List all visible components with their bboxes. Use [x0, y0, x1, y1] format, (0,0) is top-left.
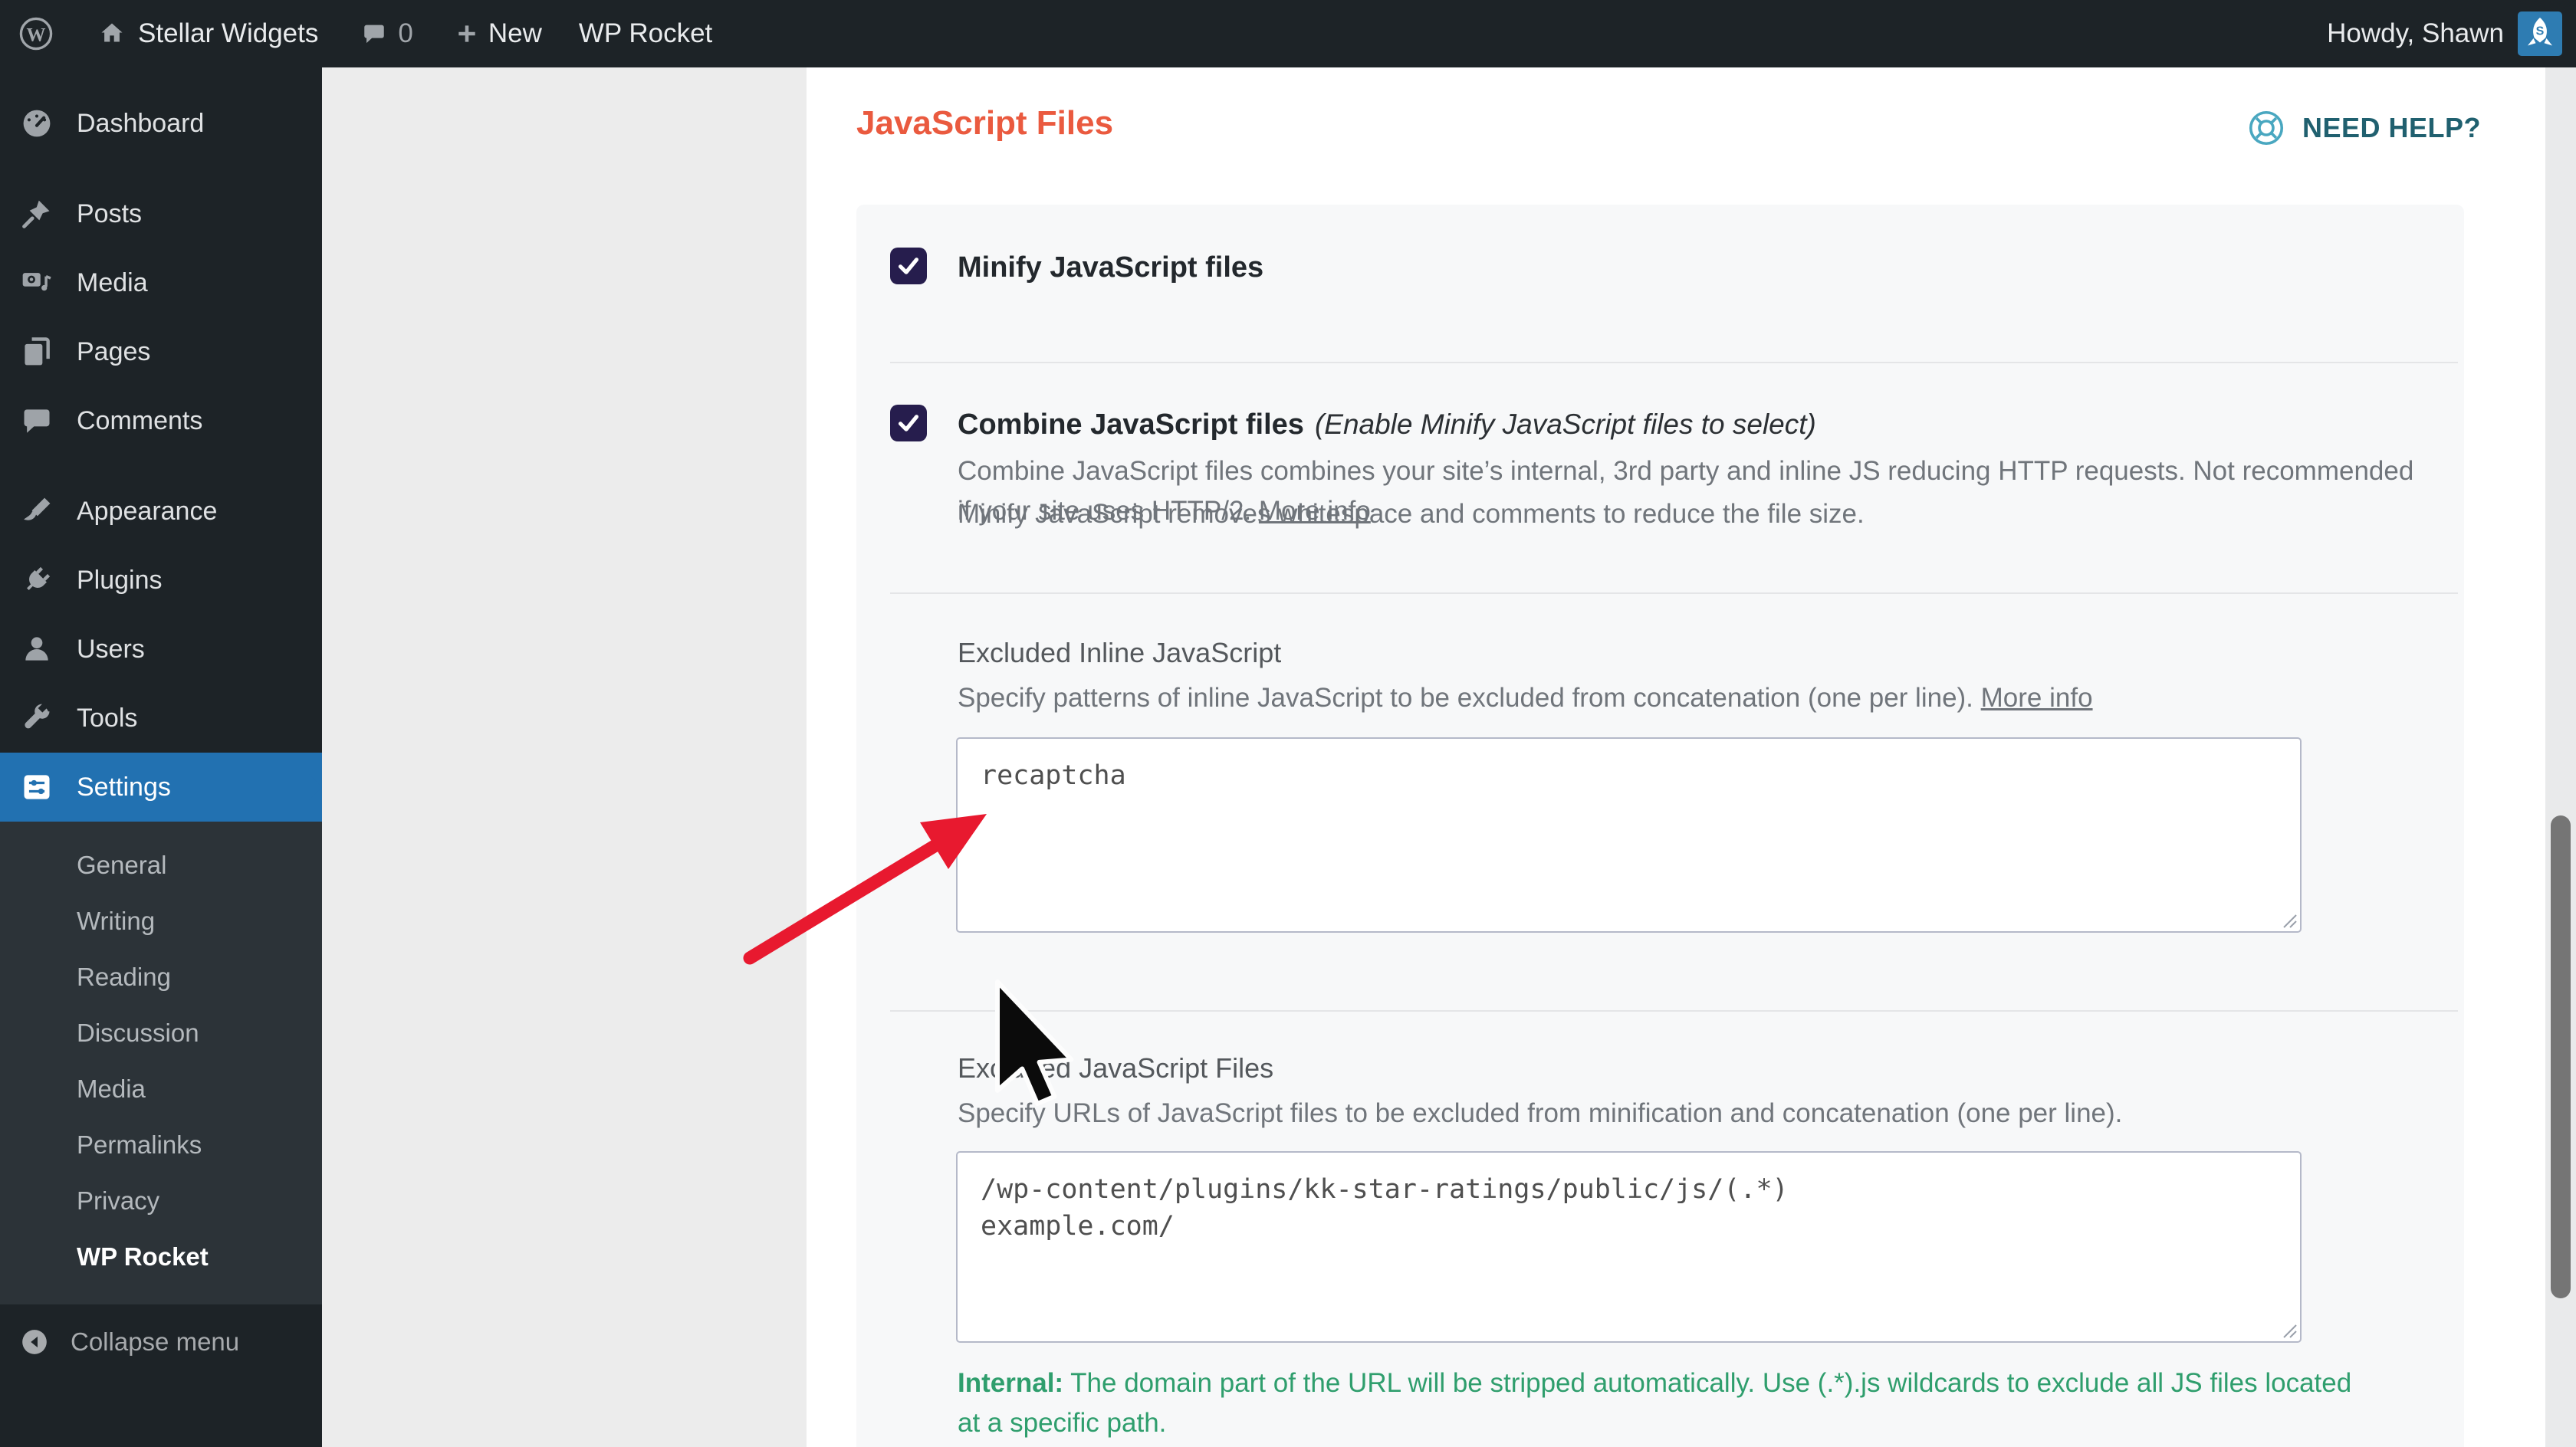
- need-help-link[interactable]: NEED HELP?: [2246, 107, 2481, 149]
- scrollbar-thumb[interactable]: [2551, 815, 2571, 1298]
- collapse-arrow-icon: [20, 1327, 49, 1357]
- dashboard-icon: [20, 107, 54, 140]
- site-name-menu[interactable]: Stellar Widgets: [98, 18, 318, 49]
- comment-bubble-icon: [361, 21, 387, 47]
- sidebar-item-users[interactable]: Users: [0, 615, 322, 684]
- wrench-icon: [20, 701, 54, 735]
- user-icon: [20, 632, 54, 666]
- section-divider: [890, 1010, 2458, 1012]
- howdy-text: Howdy, Shawn: [2327, 18, 2504, 49]
- home-icon: [98, 20, 126, 48]
- sidebar-item-posts[interactable]: Posts: [0, 179, 322, 248]
- account-menu[interactable]: Howdy, Shawn S: [2327, 11, 2562, 56]
- menu-separator: [0, 455, 322, 477]
- submenu-item-wp-rocket[interactable]: WP Rocket: [0, 1229, 322, 1285]
- paintbrush-icon: [20, 494, 54, 528]
- internal-note-prefix: Internal:: [958, 1368, 1063, 1398]
- settings-submenu: General Writing Reading Discussion Media…: [0, 822, 322, 1304]
- wordpress-logo-menu[interactable]: W: [17, 15, 55, 53]
- collapse-menu-label: Collapse menu: [71, 1327, 239, 1357]
- sidebar-item-tools[interactable]: Tools: [0, 684, 322, 753]
- page-scrollbar[interactable]: [2545, 67, 2576, 1447]
- wordpress-logo-icon: W: [17, 15, 55, 53]
- checkmark-icon: [895, 252, 922, 280]
- sidebar-label: Plugins: [77, 566, 163, 596]
- collapse-menu-button[interactable]: Collapse menu: [0, 1311, 322, 1373]
- excluded-inline-js-textarea[interactable]: recaptcha: [956, 737, 2302, 933]
- sidebar-label: Pages: [77, 337, 150, 367]
- need-help-label: NEED HELP?: [2302, 112, 2481, 144]
- comments-count: 0: [398, 18, 412, 49]
- sidebar-item-appearance[interactable]: Appearance: [0, 477, 322, 546]
- settings-panel: JavaScript Files NEED HELP? Mini: [807, 67, 2545, 1447]
- combine-js-label: Combine JavaScript files: [958, 408, 1304, 443]
- new-content-menu[interactable]: New: [455, 18, 542, 49]
- wordpress-admin: W Stellar Widgets 0 New WP Rocket Howdy,…: [0, 0, 2576, 1447]
- site-name: Stellar Widgets: [138, 18, 318, 49]
- lifebuoy-icon: [2246, 107, 2287, 149]
- svg-text:S: S: [2536, 25, 2545, 38]
- excluded-js-files-textarea[interactable]: /wp-content/plugins/kk-star-ratings/publ…: [956, 1151, 2302, 1343]
- svg-text:W: W: [27, 25, 46, 46]
- sidebar-label: Appearance: [77, 497, 217, 527]
- sidebar-item-settings[interactable]: Settings: [0, 753, 322, 822]
- excluded-inline-js-field-wrap: recaptcha: [956, 737, 2302, 933]
- excluded-js-files-label: Excluded JavaScript Files: [958, 1052, 1273, 1084]
- plus-icon: [455, 21, 479, 46]
- javascript-files-card: Minify JavaScript files Minify JavaScrip…: [856, 205, 2464, 1447]
- minify-js-label: Minify JavaScript files: [958, 251, 1263, 286]
- avatar: S: [2518, 11, 2562, 56]
- sidebar-item-dashboard[interactable]: Dashboard: [0, 89, 322, 158]
- sidebar-label: Comments: [77, 406, 202, 436]
- sidebar-item-plugins[interactable]: Plugins: [0, 546, 322, 615]
- pushpin-icon: [20, 197, 54, 231]
- submenu-item-discussion[interactable]: Discussion: [0, 1005, 322, 1061]
- media-icon: [20, 266, 54, 300]
- submenu-item-writing[interactable]: Writing: [0, 893, 322, 949]
- section-divider: [890, 592, 2458, 594]
- submenu-item-permalinks[interactable]: Permalinks: [0, 1117, 322, 1173]
- wp-rocket-toolbar-label: WP Rocket: [579, 18, 712, 49]
- resize-handle-icon[interactable]: [2279, 911, 2298, 929]
- page-title: JavaScript Files: [856, 104, 1113, 143]
- sidebar-label: Dashboard: [77, 109, 204, 139]
- minify-js-checkbox[interactable]: [890, 248, 927, 284]
- combine-js-checkbox[interactable]: [890, 405, 927, 441]
- sidebar-item-pages[interactable]: Pages: [0, 317, 322, 386]
- pages-icon: [20, 335, 54, 369]
- admin-bar: W Stellar Widgets 0 New WP Rocket Howdy,…: [0, 0, 2576, 67]
- inline-more-info-link[interactable]: More info: [1981, 683, 2093, 713]
- sidebar-label: Tools: [77, 704, 137, 733]
- content-background: JavaScript Files NEED HELP? Mini: [322, 67, 2576, 1447]
- excluded-js-files-field-wrap: /wp-content/plugins/kk-star-ratings/publ…: [956, 1151, 2302, 1343]
- section-divider: [890, 362, 2458, 363]
- sidebar-item-media[interactable]: Media: [0, 248, 322, 317]
- settings-icon: [20, 770, 54, 804]
- submenu-item-general[interactable]: General: [0, 837, 322, 893]
- checkmark-icon: [895, 409, 922, 437]
- combine-js-description: Combine JavaScript files combines your s…: [958, 451, 2414, 531]
- submenu-item-media[interactable]: Media: [0, 1061, 322, 1117]
- resize-handle-icon[interactable]: [2279, 1321, 2298, 1339]
- submenu-item-reading[interactable]: Reading: [0, 949, 322, 1005]
- menu-separator: [0, 158, 322, 179]
- combine-js-hint: (Enable Minify JavaScript files to selec…: [1315, 409, 1816, 441]
- sidebar-label: Settings: [77, 773, 171, 802]
- new-label: New: [488, 18, 542, 49]
- admin-sidebar: Dashboard Posts Media: [0, 67, 322, 1447]
- wp-rocket-toolbar-menu[interactable]: WP Rocket: [579, 18, 712, 49]
- sidebar-label: Media: [77, 268, 148, 298]
- combine-more-info-link[interactable]: More info: [1259, 496, 1371, 526]
- comments-menu[interactable]: 0: [361, 18, 412, 49]
- excluded-js-files-description: Specify URLs of JavaScript files to be e…: [958, 1094, 2122, 1134]
- sidebar-item-comments[interactable]: Comments: [0, 386, 322, 455]
- excluded-inline-js-label: Excluded Inline JavaScript: [958, 637, 1281, 669]
- submenu-item-privacy[interactable]: Privacy: [0, 1173, 322, 1229]
- plug-icon: [20, 563, 54, 597]
- excluded-inline-js-description: Specify patterns of inline JavaScript to…: [958, 678, 2093, 718]
- sidebar-label: Users: [77, 635, 145, 664]
- internal-note: Internal: The domain part of the URL wil…: [958, 1363, 2361, 1443]
- sidebar-label: Posts: [77, 199, 142, 229]
- comments-icon: [20, 404, 54, 438]
